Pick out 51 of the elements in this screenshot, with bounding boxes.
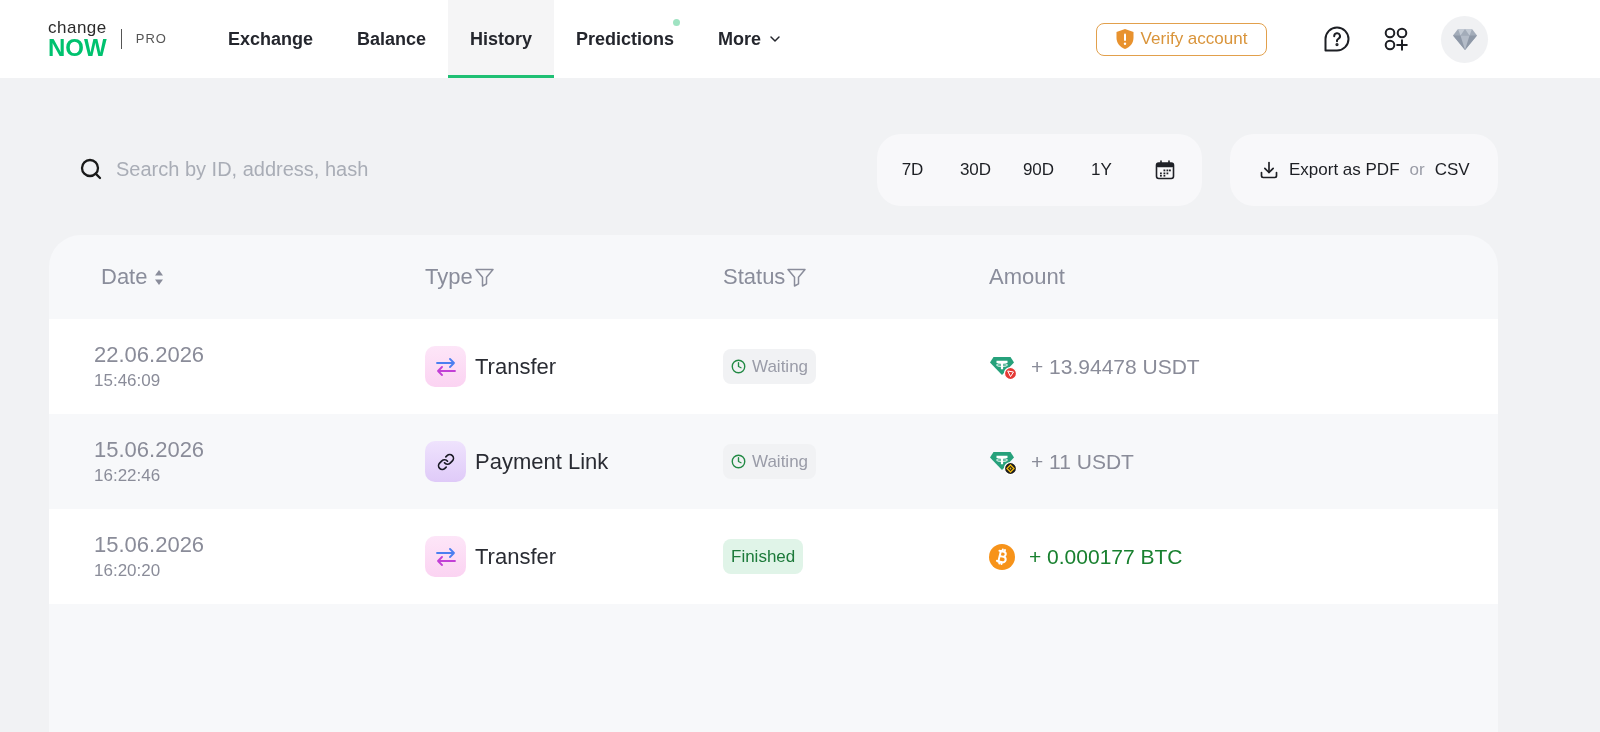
- period-button[interactable]: 90D: [1007, 147, 1070, 192]
- table-row[interactable]: 22.06.2026 15:46:09 Transfer Waiting + 13.94478 USDT: [49, 319, 1498, 414]
- amount-text: + 0.000177 BTC: [1029, 543, 1183, 570]
- table-row[interactable]: 15.06.2026 16:20:20 Transfer Finished + 0.000177 BTC: [49, 509, 1498, 604]
- sort-icon: [155, 269, 164, 285]
- period-button[interactable]: 7D: [881, 147, 944, 192]
- status-text: Finished: [731, 548, 796, 565]
- type-label: Transfer: [475, 353, 557, 381]
- column-header: Amount: [989, 266, 1065, 288]
- date-text: 22.06.2026: [94, 344, 205, 366]
- date-text: 15.06.2026: [94, 439, 205, 461]
- edition-label: PRO: [135, 30, 167, 49]
- date-text: 15.06.2026: [94, 534, 205, 556]
- export-pdf-button[interactable]: Export as PDF: [1259, 156, 1400, 183]
- period-button[interactable]: 1Y: [1070, 147, 1133, 192]
- filter-icon: [787, 267, 807, 287]
- filter-icon: [474, 267, 494, 287]
- logo-text: change: [48, 18, 107, 36]
- download-icon: [1259, 159, 1279, 180]
- search-icon: [79, 157, 103, 181]
- status-text: Waiting: [752, 358, 809, 375]
- transfer-icon: [425, 346, 466, 387]
- time-text: 15:46:09: [94, 372, 161, 389]
- logo-text: NOW: [48, 35, 107, 60]
- separator-text: or: [1409, 158, 1425, 181]
- nav-tab[interactable]: More: [696, 0, 806, 78]
- export-csv-button[interactable]: CSV: [1434, 156, 1470, 183]
- search-field[interactable]: Search by ID, address, hash: [49, 133, 592, 206]
- calendar-icon: [1154, 159, 1175, 180]
- time-text: 16:22:46: [94, 467, 161, 484]
- bitcoin-icon: [989, 543, 1015, 570]
- gem-icon: [1452, 28, 1477, 50]
- apps-icon[interactable]: [1384, 27, 1408, 51]
- avatar[interactable]: [1441, 15, 1488, 63]
- nav-tab[interactable]: Exchange: [205, 0, 335, 78]
- period-button[interactable]: 30D: [944, 147, 1007, 192]
- clock-icon: [731, 359, 746, 374]
- type-label: Transfer: [475, 543, 557, 571]
- shield-alert-icon: [1115, 29, 1134, 49]
- type-label: Payment Link: [475, 448, 609, 476]
- amount-text: + 13.94478 USDT: [1031, 353, 1200, 380]
- link-icon: [425, 441, 466, 482]
- amount-text: + 11 USDT: [1031, 448, 1134, 475]
- status-text: Waiting: [752, 453, 809, 470]
- clock-icon: [731, 454, 746, 469]
- nav-tab[interactable]: History: [448, 0, 555, 78]
- help-icon[interactable]: [1324, 26, 1350, 52]
- transfer-icon: [425, 536, 466, 577]
- time-text: 16:20:20: [94, 562, 161, 579]
- nav-tab[interactable]: Predictions: [554, 0, 697, 78]
- nav-tab[interactable]: Balance: [335, 0, 449, 78]
